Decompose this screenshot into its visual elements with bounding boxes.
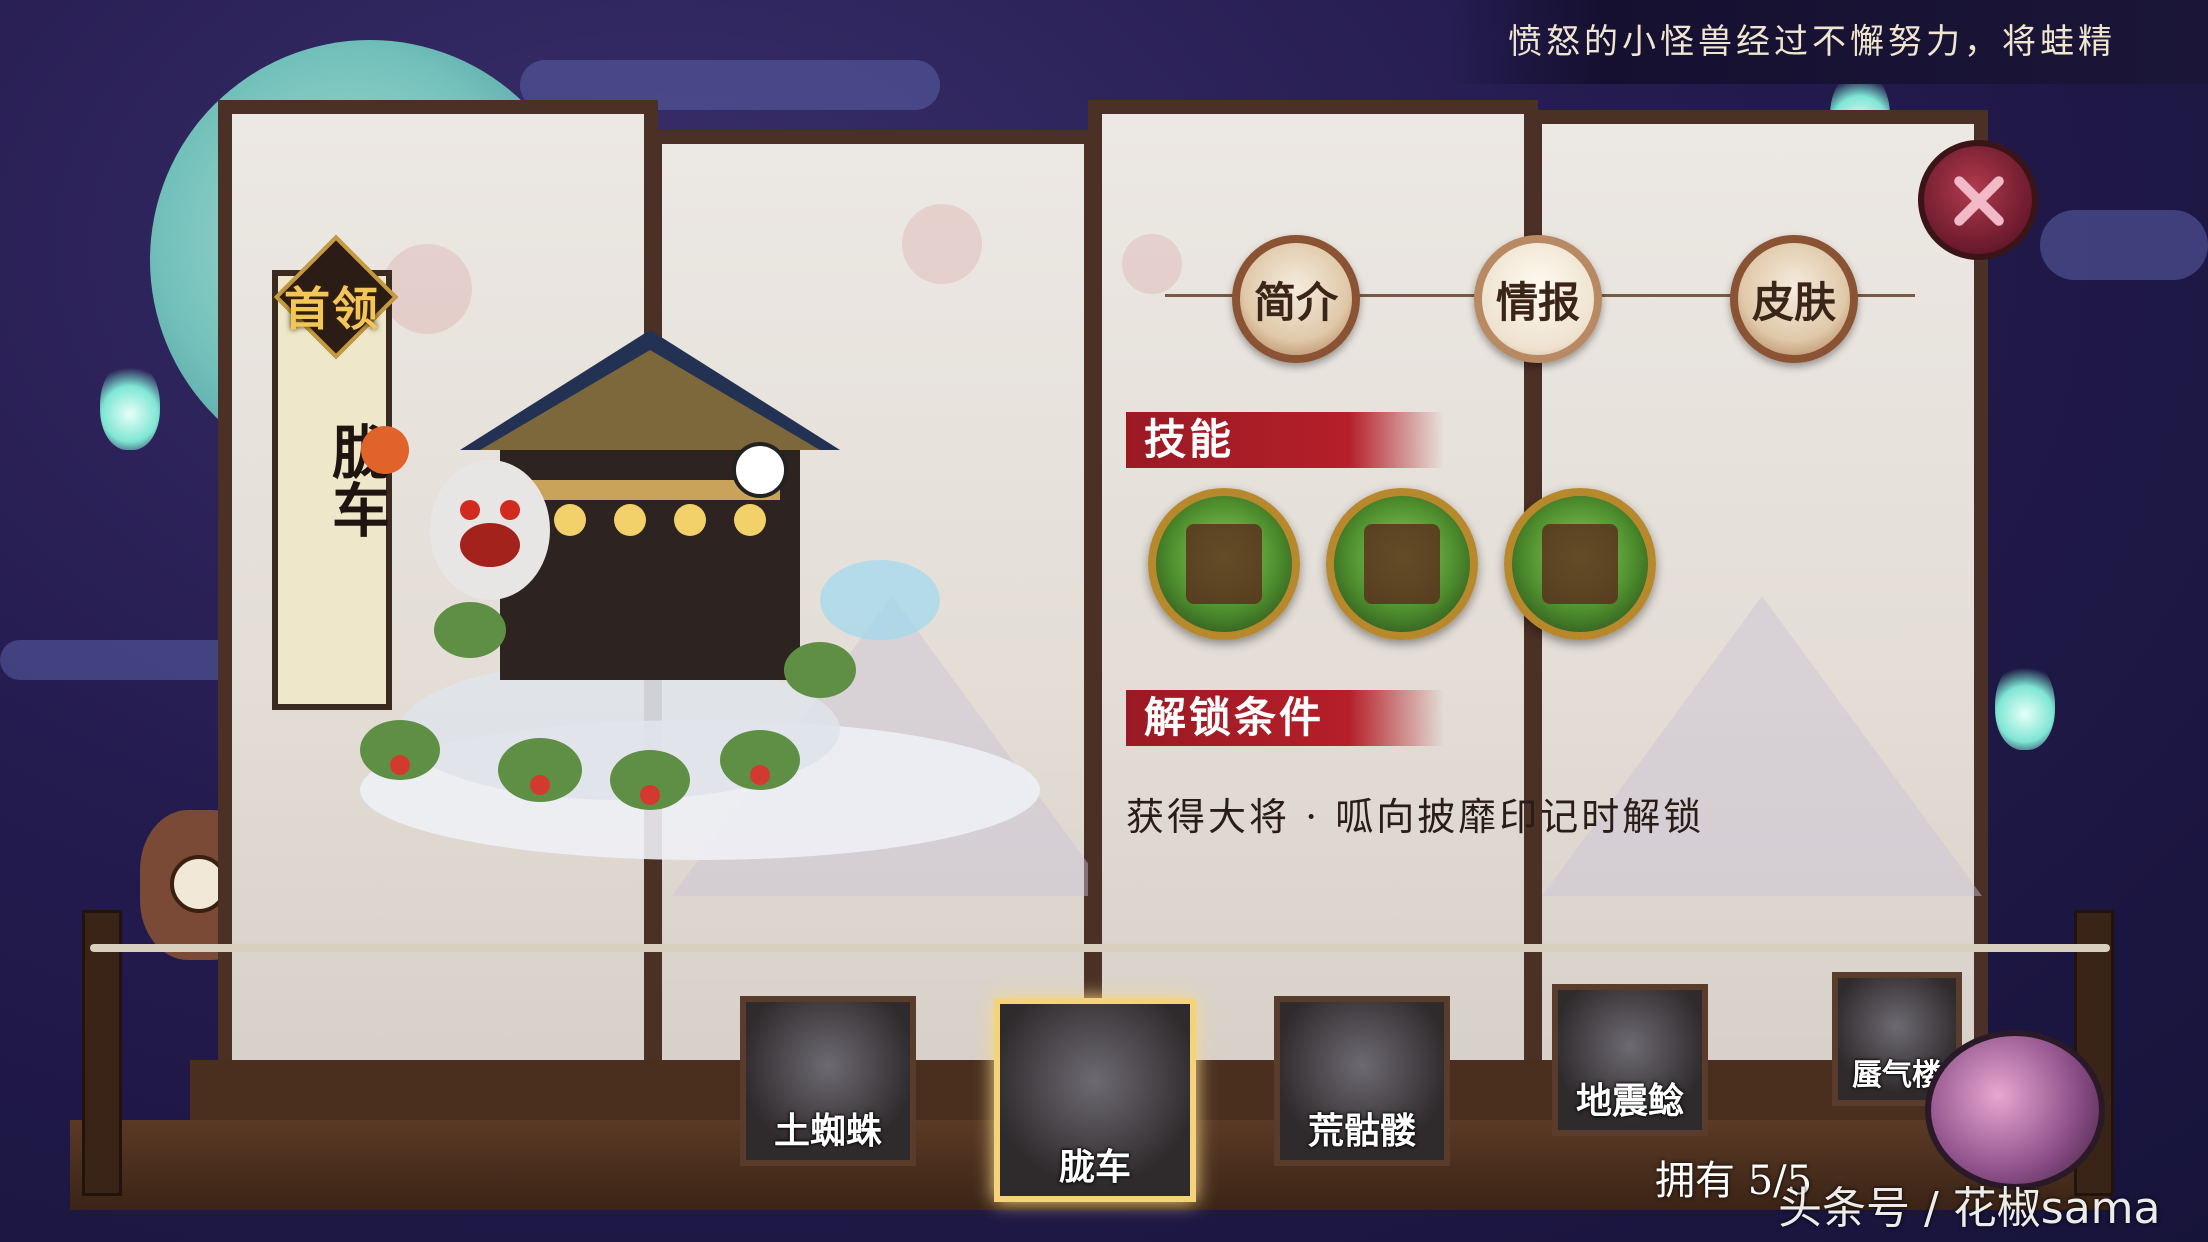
banner-text: 愤怒的小怪兽经过不懈努力，将蛙精 (1508, 22, 2116, 62)
boss-card-oboroguruma[interactable]: 胧车 (994, 998, 1196, 1202)
scroll-collection-icon[interactable] (1925, 1030, 2105, 1190)
sakura-decoration (1122, 234, 1182, 294)
boss-card-jishinnamazu[interactable]: 地震鲶 (1552, 984, 1708, 1136)
tab-intel[interactable]: 情报 (1474, 235, 1602, 363)
shelf-post (82, 910, 122, 1196)
card-label: 地震鲶 (1575, 1080, 1684, 1122)
card-label: 胧车 (1058, 1146, 1131, 1188)
mountain-decoration (1542, 596, 1982, 896)
spirit-wisp-icon (100, 360, 160, 450)
close-button[interactable] (1918, 140, 2038, 260)
unlock-heading: 解锁条件 (1126, 690, 1444, 746)
watermark-text: 头条号 / 花椒sama (1778, 1183, 2161, 1234)
card-label: 荒骷髅 (1307, 1110, 1416, 1152)
skills-heading: 技能 (1126, 412, 1444, 468)
sakura-decoration (902, 204, 982, 284)
skill-art (1364, 524, 1440, 604)
carriage-skill-icon[interactable] (1148, 488, 1300, 640)
boss-artwork (360, 330, 1040, 860)
demon-skill-icon[interactable] (1504, 488, 1656, 640)
skill-art (1186, 524, 1262, 604)
top-banner: 愤怒的小怪兽经过不懈努力，将蛙精 (1448, 0, 2208, 84)
frogs-skill-icon[interactable] (1326, 488, 1478, 640)
card-label: 土蜘蛛 (773, 1110, 882, 1152)
skill-art (1542, 524, 1618, 604)
boss-card-tsuchigumo[interactable]: 土蜘蛛 (740, 996, 916, 1166)
shimenawa-rope (90, 944, 2110, 952)
tab-skins[interactable]: 皮肤 (1730, 235, 1858, 363)
boss-card-aragaikotsu[interactable]: 荒骷髅 (1274, 996, 1450, 1166)
spirit-wisp-icon (1995, 660, 2055, 750)
cloud-decoration (0, 640, 240, 680)
unlock-condition-text: 获得大将 · 呱向披靡印记时解锁 (1126, 795, 1705, 839)
tab-intro[interactable]: 简介 (1232, 235, 1360, 363)
cloud-decoration (2040, 210, 2208, 280)
